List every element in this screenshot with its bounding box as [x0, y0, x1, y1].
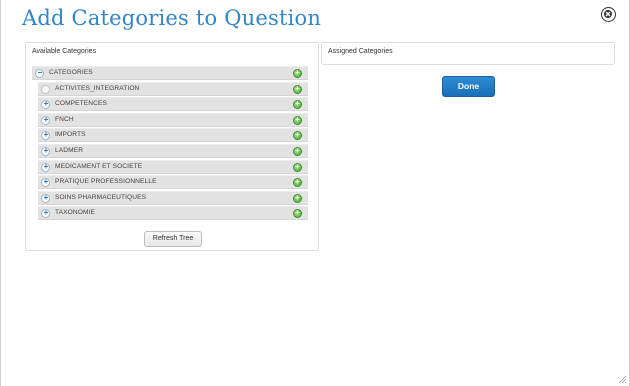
tree-item[interactable]: + LADMER + [38, 143, 308, 158]
expand-icon[interactable]: + [41, 177, 50, 188]
add-icon[interactable]: + [293, 146, 302, 156]
done-button[interactable]: Done [442, 76, 495, 97]
refresh-tree-button[interactable]: Refresh Tree [144, 231, 202, 247]
add-icon[interactable]: + [293, 130, 302, 141]
expand-icon[interactable]: + [41, 115, 50, 125]
tree-item-label: ACTIVITES_INTEGRATION [55, 84, 140, 92]
add-icon[interactable]: + [293, 115, 302, 125]
tree-item[interactable]: + PRATIQUE PROFESSIONNELLE + [38, 175, 308, 190]
available-categories-title: Available Categories [32, 48, 97, 55]
add-icon[interactable]: + [293, 177, 302, 188]
expand-icon[interactable]: + [41, 208, 50, 219]
tree-item-label: IMPORTS [55, 131, 86, 139]
dialog-title: Add Categories to Question [22, 6, 322, 30]
tree-item-label: LADMER [55, 146, 84, 154]
expand-icon[interactable]: + [41, 162, 50, 172]
tree-item[interactable]: + TAXONOMIE + [38, 206, 308, 221]
tree-item[interactable]: + SOINS PHARMACEUTIQUES + [38, 190, 308, 205]
leaf-icon [41, 84, 50, 94]
available-categories-panel: Available Categories − CATEGORIES + ACTI… [25, 42, 319, 251]
tree-item-label: FNCH [55, 115, 74, 123]
tree-item-label: SOINS PHARMACEUTIQUES [55, 193, 147, 201]
expand-icon[interactable]: + [41, 146, 50, 156]
expand-icon[interactable]: + [41, 130, 50, 141]
add-icon[interactable]: + [293, 208, 302, 219]
add-icon[interactable]: + [293, 68, 302, 78]
tree-item-label: COMPETENCES [55, 100, 108, 108]
category-tree: − CATEGORIES + ACTIVITES_INTEGRATION + +… [32, 66, 308, 222]
resize-grip-icon[interactable] [618, 375, 627, 384]
tree-item-label: CATEGORIES [49, 69, 93, 76]
tree-item[interactable]: + FNCH + [38, 112, 308, 127]
tree-item-label: MEDICAMENT ET SOCIETE [55, 162, 143, 170]
add-icon[interactable]: + [293, 84, 302, 94]
add-categories-dialog: Add Categories to Question Available Cat… [0, 0, 630, 386]
add-icon[interactable]: + [293, 162, 302, 172]
tree-item[interactable]: + IMPORTS + [38, 128, 308, 143]
collapse-icon[interactable]: − [35, 68, 44, 78]
assigned-categories-panel: Assigned Categories [321, 42, 615, 65]
tree-item-label: PRATIQUE PROFESSIONNELLE [55, 178, 157, 186]
assigned-categories-title: Assigned Categories [328, 48, 393, 55]
expand-icon[interactable]: + [41, 193, 50, 203]
tree-item[interactable]: + MEDICAMENT ET SOCIETE + [38, 159, 308, 174]
close-icon[interactable] [601, 7, 616, 22]
add-icon[interactable]: + [293, 193, 302, 203]
tree-root-categories[interactable]: − CATEGORIES + [32, 66, 308, 80]
tree-item-label: TAXONOMIE [55, 209, 95, 217]
add-icon[interactable]: + [293, 99, 302, 110]
expand-icon[interactable]: + [41, 99, 50, 110]
tree-item[interactable]: + COMPETENCES + [38, 97, 308, 112]
tree-item[interactable]: ACTIVITES_INTEGRATION + [38, 81, 308, 96]
